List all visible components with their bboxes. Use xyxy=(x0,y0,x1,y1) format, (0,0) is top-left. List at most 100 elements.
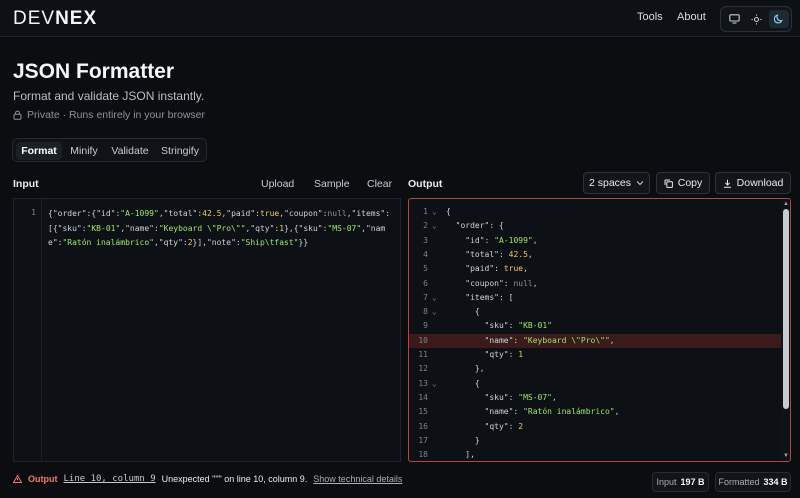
tab-format[interactable]: Format xyxy=(16,142,62,160)
output-line-number: 3 xyxy=(423,235,428,245)
download-button[interactable]: Download xyxy=(715,172,791,194)
scroll-thumb[interactable] xyxy=(783,209,789,409)
output-line-number: 11 xyxy=(418,350,428,359)
nav-tools[interactable]: Tools xyxy=(637,11,663,23)
output-line-code: "id": "A-1099", xyxy=(465,235,538,245)
output-line-code: { xyxy=(446,207,451,216)
output-line: 6 "coupon": null, xyxy=(409,277,781,291)
privacy-text: Private · Runs entirely in your browser xyxy=(27,109,205,121)
warning-icon xyxy=(13,475,22,483)
scroll-down-arrow-icon[interactable]: ▼ xyxy=(782,452,790,460)
indent-select[interactable]: 2 spaces xyxy=(583,172,650,194)
chevron-down-icon xyxy=(636,181,644,186)
output-line-number: 1 xyxy=(423,207,428,216)
theme-dark-button[interactable] xyxy=(769,10,789,28)
output-line: 12 }, xyxy=(409,362,781,376)
clear-button[interactable]: Clear xyxy=(367,178,392,190)
output-line: 9 "sku": "KB-01" xyxy=(409,319,781,333)
output-line-number: 17 xyxy=(418,435,428,445)
theme-light-button[interactable] xyxy=(746,10,766,28)
output-line-number: 9 xyxy=(423,321,428,331)
tab-validate[interactable]: Validate xyxy=(107,142,153,160)
output-line: 3 "id": "A-1099", xyxy=(409,234,781,248)
logo-part-2: NEX xyxy=(55,8,98,29)
output-line-number: 4 xyxy=(423,249,428,259)
output-line: 18 ], xyxy=(409,448,781,461)
logo[interactable]: DEVNEX xyxy=(13,8,97,30)
output-line: 16 "qty": 2 xyxy=(409,420,781,434)
output-line: 13 ⌄ { xyxy=(409,377,781,391)
tab-minify[interactable]: Minify xyxy=(64,142,104,160)
status-bar: Output Line 10, column 9 Unexpected """ … xyxy=(13,474,402,484)
input-size-label: Input xyxy=(656,477,677,487)
copy-button[interactable]: Copy xyxy=(656,172,710,194)
output-line: 7 ⌄ "items": [ xyxy=(409,291,781,305)
output-editor[interactable]: 1 ⌄{2 ⌄ "order": {3 "id": "A-1099", 4 "tota… xyxy=(408,198,791,462)
copy-label: Copy xyxy=(677,177,703,189)
tab-stringify[interactable]: Stringify xyxy=(156,142,204,160)
output-line-number: 5 xyxy=(423,264,428,274)
input-textarea[interactable]: {"order":{"id":"A-1099","total":42.5,"pa… xyxy=(48,207,396,251)
output-line: 2 ⌄ "order": { xyxy=(409,219,781,233)
output-line-error: 10 "name": "Keyboard \"Pro\"", xyxy=(409,333,781,348)
output-line-code: "coupon": null, xyxy=(465,278,538,288)
scroll-up-arrow-icon[interactable]: ▲ xyxy=(782,200,790,208)
output-line-number: 14 xyxy=(418,392,428,402)
output-line-code: "qty": 2 xyxy=(484,421,524,431)
output-scrollbar[interactable]: ▲ ▼ xyxy=(781,199,790,461)
fold-chevron-icon[interactable]: ⌄ xyxy=(432,291,437,305)
moon-icon xyxy=(774,14,783,24)
input-label: Input xyxy=(13,178,39,190)
fold-chevron-icon[interactable]: ⌄ xyxy=(432,305,437,319)
formatted-size-value: 334 B xyxy=(763,477,788,487)
formatted-size-badge: Formatted 334 B xyxy=(715,472,791,492)
upload-button[interactable]: Upload xyxy=(261,178,294,190)
input-line-number: 1 xyxy=(31,208,36,217)
output-line-code: "name": "Keyboard \"Pro\"", xyxy=(484,335,615,345)
lock-icon xyxy=(13,110,22,120)
output-line-code: "name": "Ratón inalámbrico", xyxy=(484,407,620,417)
technical-details-link[interactable]: Show technical details xyxy=(313,474,402,484)
formatted-size-label: Formatted xyxy=(718,477,760,487)
input-size-badge: Input 197 B xyxy=(652,472,709,492)
error-location-link[interactable]: Line 10, column 9 xyxy=(64,474,156,484)
output-line-number: 6 xyxy=(423,278,428,288)
output-line: 14 "sku": "MS-07", xyxy=(409,391,781,405)
output-line: 15 "name": "Ratón inalámbrico", xyxy=(409,405,781,419)
output-line-number: 8 xyxy=(423,307,428,317)
output-line-number: 12 xyxy=(418,364,428,374)
page-subtitle: Format and validate JSON instantly. xyxy=(13,89,205,103)
output-line-code: { xyxy=(446,307,480,317)
output-line-code: { xyxy=(446,378,480,388)
status-label: Output xyxy=(28,474,58,484)
output-line-code: "qty": 1 xyxy=(484,350,524,359)
output-line-number: 7 xyxy=(423,292,428,302)
fold-chevron-icon[interactable]: ⌄ xyxy=(432,219,437,233)
indent-select-value: 2 spaces xyxy=(588,177,632,189)
fold-chevron-icon[interactable]: ⌄ xyxy=(432,205,437,219)
error-message: Unexpected """ on line 10, column 9. xyxy=(161,474,308,484)
output-line-code: } xyxy=(446,435,480,445)
output-line-code: "sku": "KB-01" xyxy=(484,321,552,331)
fold-chevron-icon[interactable]: ⌄ xyxy=(432,377,437,391)
page-title: JSON Formatter xyxy=(13,60,175,83)
output-line: 1 ⌄ { xyxy=(409,205,781,219)
output-line-number: 15 xyxy=(418,407,428,417)
theme-system-button[interactable] xyxy=(724,10,744,28)
output-label: Output xyxy=(408,178,443,190)
output-line-code: "paid": true, xyxy=(465,264,528,274)
mode-tabs: Format Minify Validate Stringify xyxy=(12,138,207,162)
output-line: 17 } xyxy=(409,434,781,448)
input-size-value: 197 B xyxy=(680,477,705,487)
output-line-number: 10 xyxy=(418,335,428,345)
output-line-number: 13 xyxy=(418,378,428,388)
privacy-note: Private · Runs entirely in your browser xyxy=(13,109,205,121)
nav-about[interactable]: About xyxy=(677,11,706,23)
output-line-code: "items": [ xyxy=(465,292,514,302)
top-bar: DEVNEX Tools About xyxy=(0,0,800,37)
input-editor[interactable]: 1 {"order":{"id":"A-1099","total":42.5,"… xyxy=(13,198,401,462)
copy-icon xyxy=(664,179,673,188)
download-icon xyxy=(723,179,731,188)
sample-button[interactable]: Sample xyxy=(314,178,350,190)
output-line-code: }, xyxy=(446,364,485,374)
